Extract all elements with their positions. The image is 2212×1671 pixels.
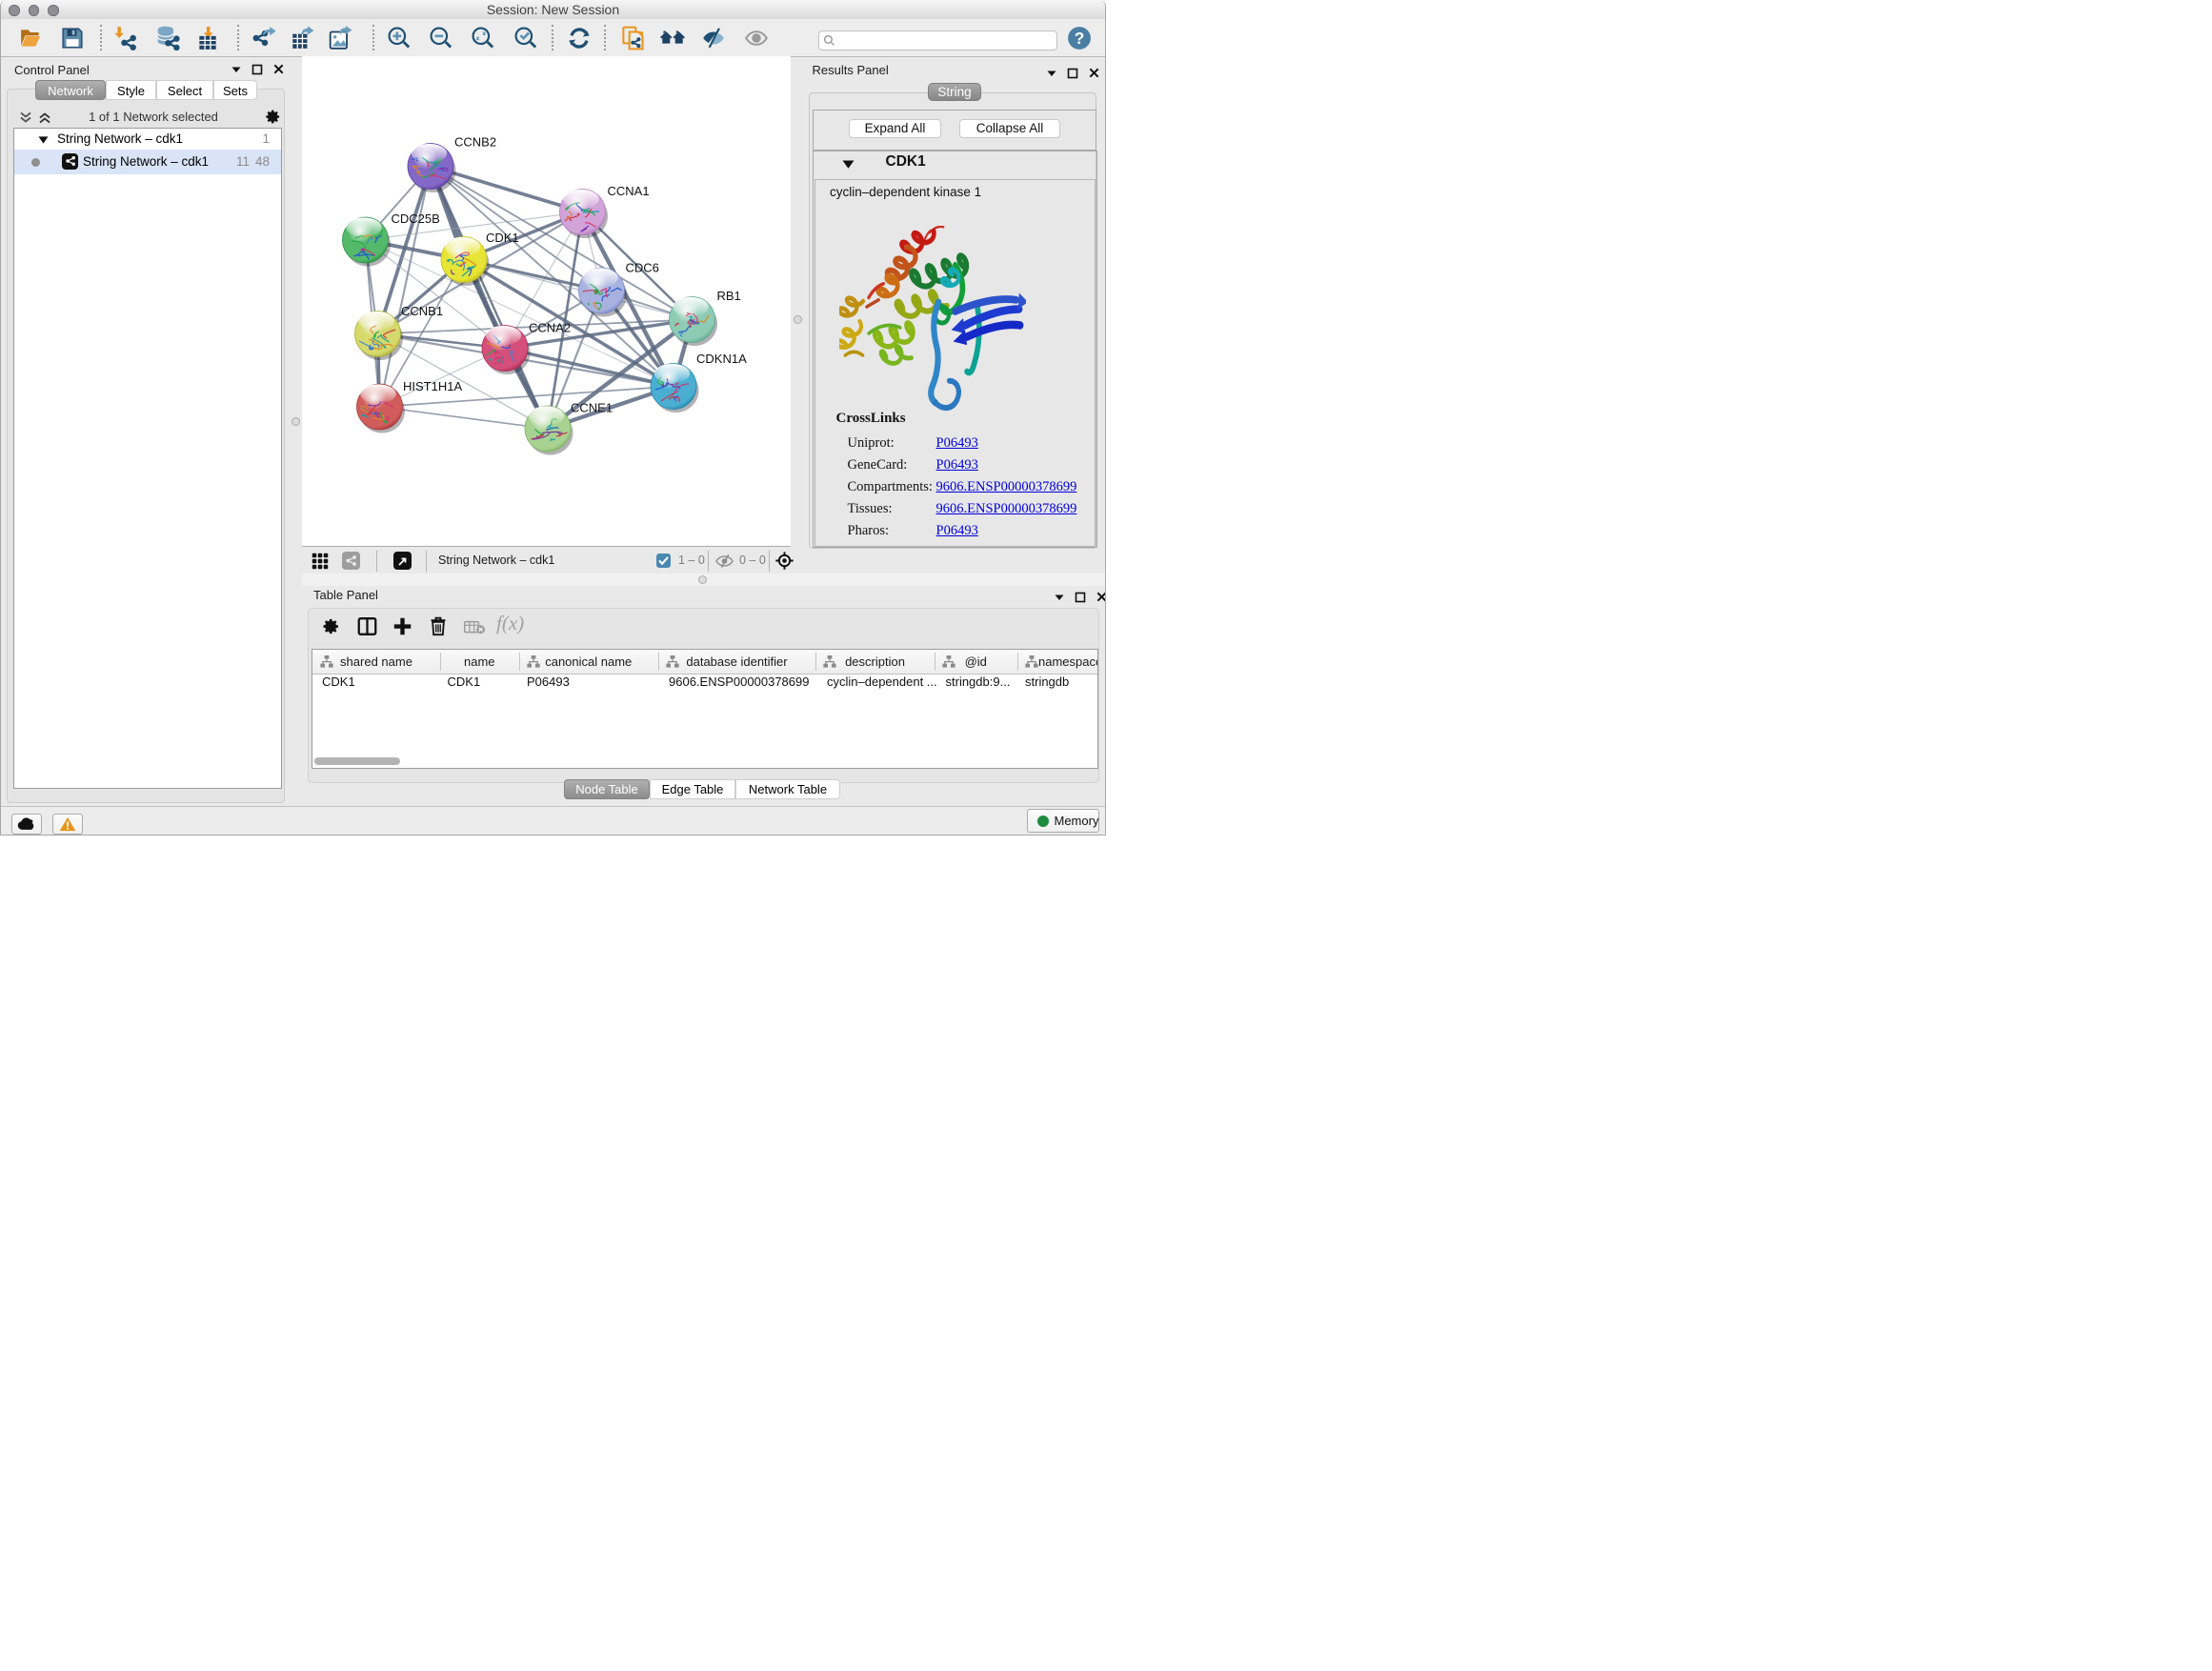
svg-text:CDK1: CDK1 <box>486 231 519 245</box>
svg-text:RB1: RB1 <box>717 289 741 303</box>
svg-text:CCNA1: CCNA1 <box>608 184 650 198</box>
svg-text:?: ? <box>1074 29 1084 48</box>
svg-text:CCNA2: CCNA2 <box>529 321 571 335</box>
svg-text:CCNB2: CCNB2 <box>454 135 496 150</box>
svg-text:CCNE1: CCNE1 <box>571 401 613 415</box>
svg-text:CCNB1: CCNB1 <box>401 304 443 318</box>
svg-text:CDC6: CDC6 <box>626 261 659 275</box>
svg-text:CDKN1A: CDKN1A <box>696 352 747 366</box>
svg-text:CDC25B: CDC25B <box>392 211 440 226</box>
svg-text:HIST1H1A: HIST1H1A <box>403 379 462 393</box>
